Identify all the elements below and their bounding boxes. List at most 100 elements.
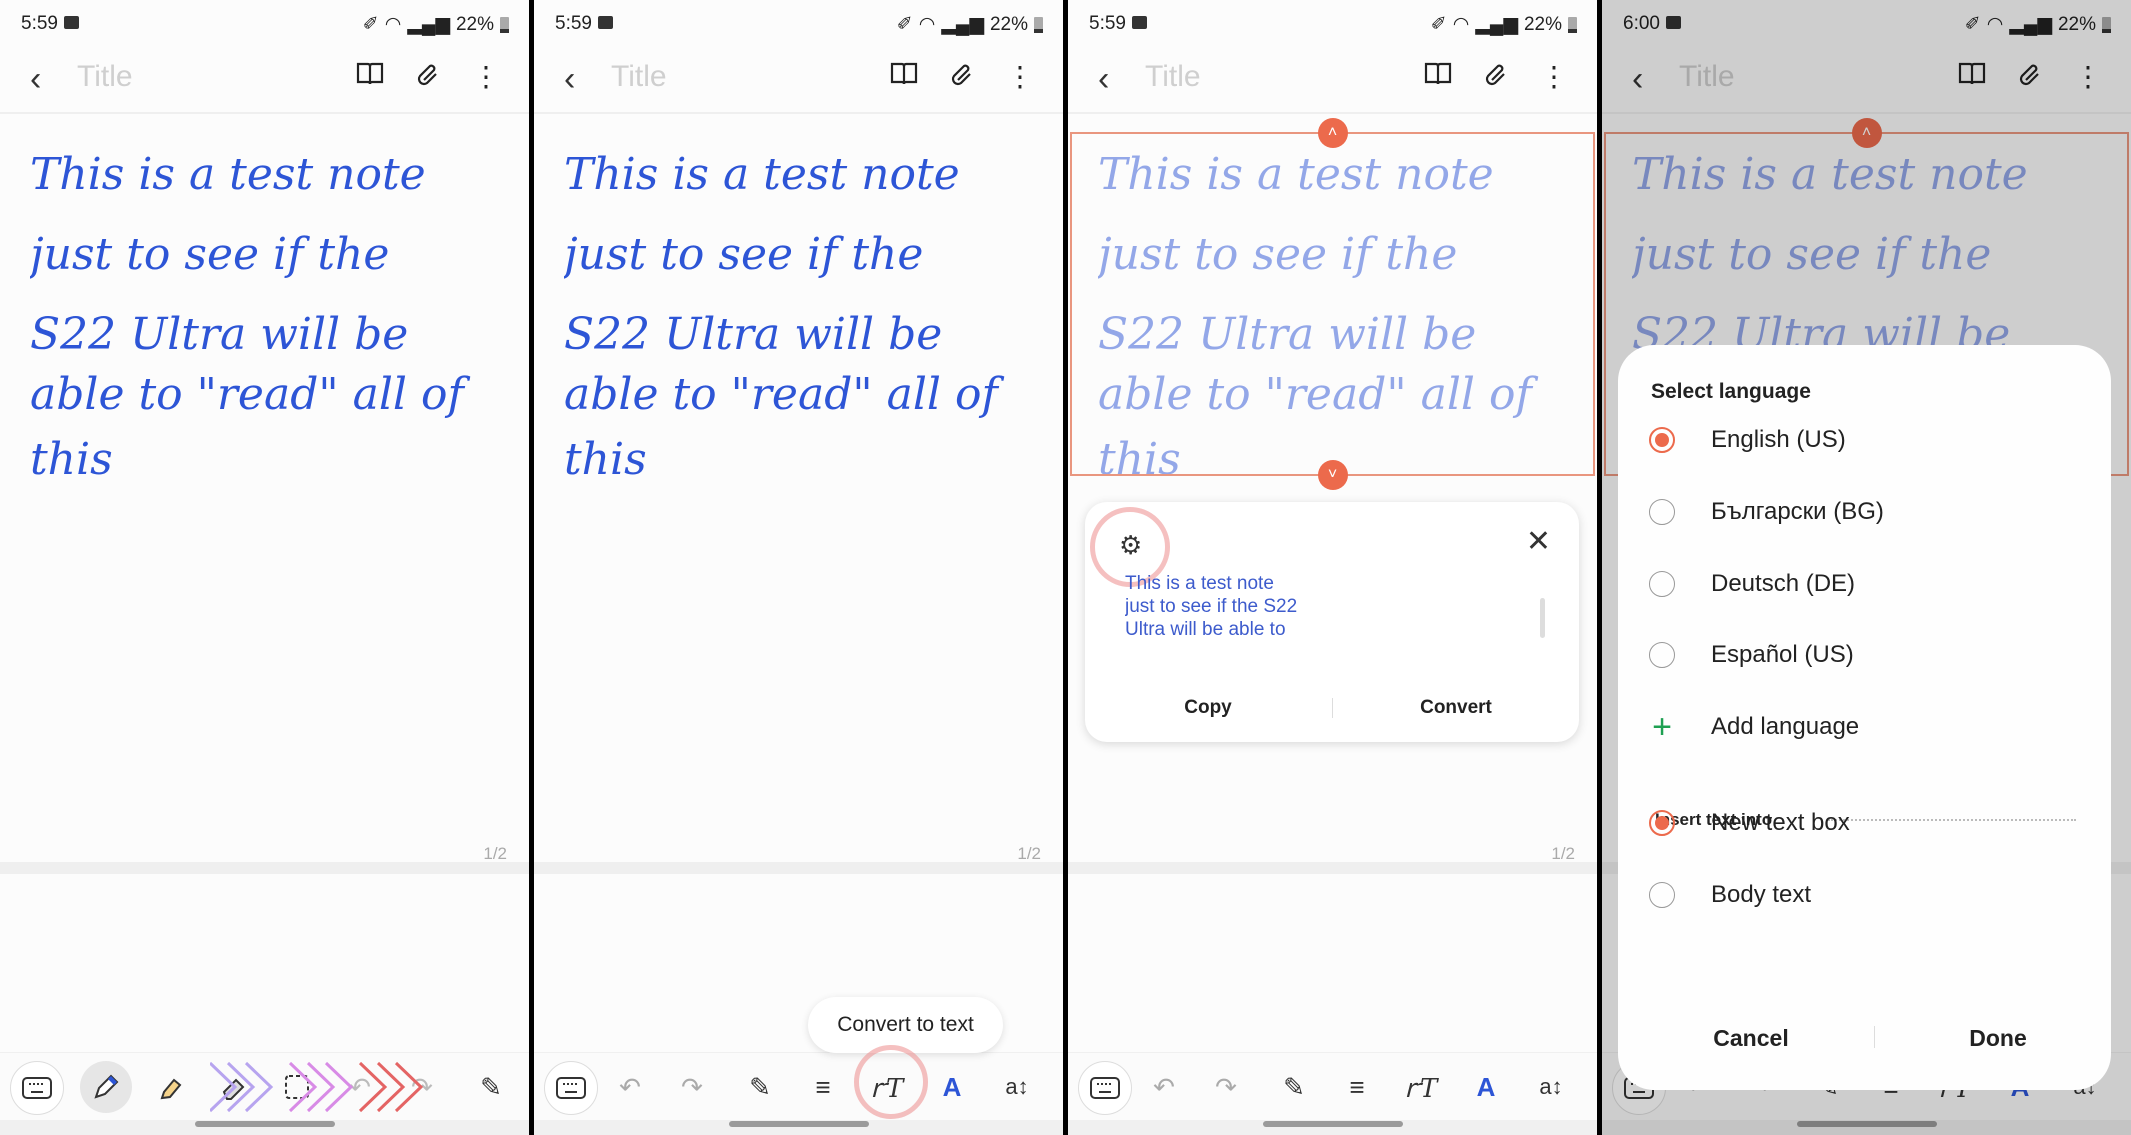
convert-to-text-button[interactable]: ꭈT xyxy=(1395,1061,1447,1113)
status-icons: ✐ ◠ ▂▄▆ 22% xyxy=(897,13,1043,36)
line-spacing-button[interactable]: a↕ xyxy=(991,1061,1043,1113)
app-bar: ‹ Title ⋮ xyxy=(1068,46,1597,114)
home-gesture-handle[interactable] xyxy=(1262,1121,1403,1127)
language-option[interactable]: English (US) xyxy=(1649,415,1846,465)
selection-box[interactable]: ˄ ˅ xyxy=(1070,118,1595,490)
more-options-icon[interactable]: ⋮ xyxy=(1006,60,1034,93)
handwriting-ink: This is a test note just to see if the S… xyxy=(30,149,470,485)
title-input[interactable]: Title xyxy=(1145,60,1201,94)
recognition-card: ⚙ ✕ This is a test note just to see if the… xyxy=(1085,502,1579,742)
home-gesture-handle[interactable] xyxy=(194,1121,335,1127)
handwriting-line: just to see if the xyxy=(30,229,389,280)
radio-button[interactable] xyxy=(1649,427,1675,453)
copy-button[interactable]: Copy xyxy=(1085,688,1331,728)
bottom-toolbar: ↶ ↷ ✎ xyxy=(0,1052,529,1121)
pen-status-icon: ✐ xyxy=(1430,14,1447,35)
status-bar: 5:59 ✐ ◠ ▂▄▆ 22% xyxy=(534,0,1063,46)
radio-button[interactable] xyxy=(1649,571,1675,597)
reading-mode-icon[interactable] xyxy=(889,60,919,95)
highlighter-tool-button[interactable] xyxy=(145,1061,197,1113)
pen-to-text-button[interactable]: ✎ xyxy=(734,1061,786,1113)
battery-icon xyxy=(1034,16,1043,33)
handwriting-line: S22 Ultra will be xyxy=(564,309,942,360)
handwriting-line: This is a test note xyxy=(30,149,426,200)
undo-button[interactable]: ↶ xyxy=(1138,1061,1190,1113)
scrollbar[interactable] xyxy=(1540,598,1545,638)
close-icon[interactable]: ✕ xyxy=(1526,524,1551,559)
back-button[interactable]: ‹ xyxy=(564,62,575,96)
image-notification-icon xyxy=(64,16,79,29)
battery-icon xyxy=(1568,16,1577,33)
status-time: 5:59 xyxy=(21,13,58,34)
plus-icon: + xyxy=(1652,707,1672,746)
reading-mode-icon[interactable] xyxy=(1423,60,1453,95)
redo-button[interactable]: ↷ xyxy=(1200,1061,1252,1113)
panel-1-handwritten-note: 5:59 ✐ ◠ ▂▄▆ 22% ‹ Title ⋮ This is a tes… xyxy=(0,0,529,1135)
pen-to-text-button[interactable]: ✎ xyxy=(465,1061,517,1113)
convert-button[interactable]: Convert xyxy=(1333,688,1579,728)
radio-button[interactable] xyxy=(1649,499,1675,525)
keyboard-button[interactable] xyxy=(1078,1061,1132,1115)
done-button[interactable]: Done xyxy=(1875,1025,2121,1052)
attach-icon[interactable] xyxy=(415,60,443,95)
align-button[interactable]: ≡ xyxy=(797,1061,849,1113)
language-option[interactable]: Español (US) xyxy=(1649,630,1854,680)
status-icons: ✐ ◠ ▂▄▆ 22% xyxy=(363,13,509,36)
battery-percent: 22% xyxy=(455,13,494,35)
more-options-icon[interactable]: ⋮ xyxy=(1540,60,1568,93)
selection-handle-bottom[interactable]: ˅ xyxy=(1317,460,1348,490)
language-option[interactable]: Deutsch (DE) xyxy=(1649,559,1855,609)
page-separator xyxy=(0,862,529,874)
dialog-title: Select language xyxy=(1651,380,1811,403)
pen-status-icon: ✐ xyxy=(362,14,379,35)
reading-mode-icon[interactable] xyxy=(355,60,385,95)
image-notification-icon xyxy=(598,16,613,29)
radio-button[interactable] xyxy=(1649,810,1675,836)
title-input[interactable]: Title xyxy=(77,60,133,94)
line-spacing-button[interactable]: a↕ xyxy=(1525,1061,1577,1113)
handwriting-line: just to see if the xyxy=(564,229,923,280)
text-style-button[interactable]: A xyxy=(1460,1061,1512,1113)
recognized-text: This is a test note just to see if the S… xyxy=(1125,573,1298,640)
cancel-button[interactable]: Cancel xyxy=(1628,1025,1874,1052)
more-options-icon[interactable]: ⋮ xyxy=(472,60,500,93)
back-button[interactable]: ‹ xyxy=(1098,62,1109,96)
highlight-ring xyxy=(854,1045,928,1119)
handwriting-line: This is a test note xyxy=(564,149,960,200)
page-indicator: 1/2 xyxy=(1017,844,1041,863)
language-option[interactable]: Български (BG) xyxy=(1649,487,1884,537)
insert-option-label: New text box xyxy=(1711,809,1850,836)
undo-button[interactable]: ↶ xyxy=(604,1061,656,1113)
back-button[interactable]: ‹ xyxy=(30,62,41,96)
text-style-button[interactable]: A xyxy=(926,1061,978,1113)
insert-option[interactable]: New text box xyxy=(1649,798,1850,848)
align-button[interactable]: ≡ xyxy=(1331,1061,1383,1113)
status-icons: ✐ ◠ ▂▄▆ 22% xyxy=(1431,13,1577,36)
attach-icon[interactable] xyxy=(1483,60,1511,95)
signal-icon: ▂▄▆ xyxy=(1475,14,1518,35)
note-canvas[interactable]: This is a test note just to see if the S… xyxy=(0,114,529,864)
title-input[interactable]: Title xyxy=(611,60,667,94)
battery-percent: 22% xyxy=(1523,13,1562,35)
handwriting-line: able to "read" all of xyxy=(30,369,470,420)
attach-icon[interactable] xyxy=(949,60,977,95)
note-canvas[interactable]: This is a test note just to see if the S… xyxy=(534,114,1063,864)
insert-option-label: Body text xyxy=(1711,881,1812,908)
handwriting-line: this xyxy=(564,434,647,485)
selection-handle-top[interactable]: ˄ xyxy=(1317,118,1348,148)
insert-option[interactable]: Body text xyxy=(1649,870,1811,920)
keyboard-button[interactable] xyxy=(544,1061,598,1115)
pen-to-text-button[interactable]: ✎ xyxy=(1268,1061,1320,1113)
wifi-icon: ◠ xyxy=(918,14,936,35)
add-language-button[interactable]: + Add language xyxy=(1649,702,1859,752)
page-separator xyxy=(1068,862,1597,874)
redo-button[interactable]: ↷ xyxy=(666,1061,718,1113)
keyboard-button[interactable] xyxy=(10,1061,64,1115)
radio-button[interactable] xyxy=(1649,882,1675,908)
status-time: 5:59 xyxy=(555,13,592,34)
status-bar: 5:59 ✐ ◠ ▂▄▆ 22% xyxy=(1068,0,1597,46)
radio-button[interactable] xyxy=(1649,642,1675,668)
status-bar: 5:59 ✐ ◠ ▂▄▆ 22% xyxy=(0,0,529,46)
home-gesture-handle[interactable] xyxy=(728,1121,869,1127)
pen-tool-button[interactable] xyxy=(80,1061,132,1113)
